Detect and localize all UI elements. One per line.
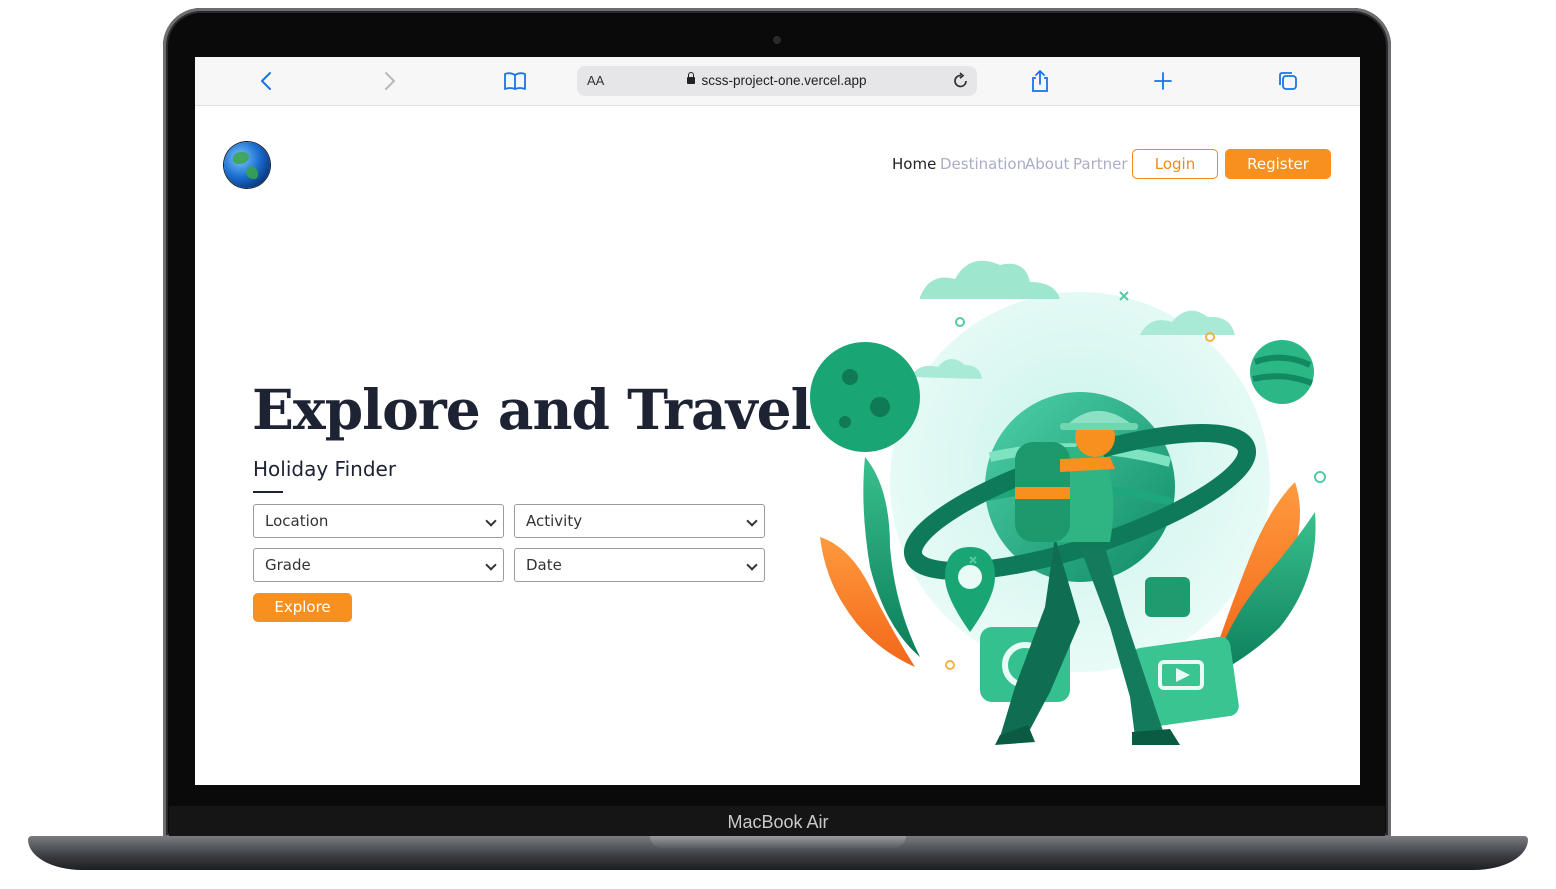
screen: AA scss-project-one.vercel.app Home Dest…	[195, 57, 1360, 785]
activity-select[interactable]: Activity	[514, 504, 765, 538]
laptop-notch	[650, 836, 906, 848]
tabs-icon[interactable]	[1273, 67, 1303, 95]
traveler-illustration	[810, 260, 1326, 745]
back-icon[interactable]	[251, 67, 281, 95]
chevron-down-icon	[746, 559, 758, 571]
nav-partner[interactable]: Partner	[1073, 155, 1128, 173]
chevron-down-icon	[485, 515, 497, 527]
device-label: MacBook Air	[727, 812, 829, 832]
chevron-down-icon	[746, 515, 758, 527]
forward-icon[interactable]	[375, 67, 405, 95]
url-text: scss-project-one.vercel.app	[577, 66, 977, 96]
browser-toolbar: AA scss-project-one.vercel.app	[195, 57, 1360, 106]
date-select-value: Date	[526, 556, 562, 574]
explore-button[interactable]: Explore	[253, 593, 352, 622]
hero-title: Explore and Travel	[252, 377, 811, 442]
grade-select-value: Grade	[265, 556, 311, 574]
location-select[interactable]: Location	[253, 504, 504, 538]
grade-select[interactable]: Grade	[253, 548, 504, 582]
date-select[interactable]: Date	[514, 548, 765, 582]
nav-destination[interactable]: Destination	[940, 155, 1026, 173]
new-tab-icon[interactable]	[1148, 67, 1178, 95]
subtitle-underline	[253, 491, 283, 493]
location-select-value: Location	[265, 512, 329, 530]
register-button[interactable]: Register	[1225, 149, 1331, 179]
share-icon[interactable]	[1025, 67, 1055, 95]
address-bar[interactable]: AA scss-project-one.vercel.app	[577, 66, 977, 96]
bookmarks-icon[interactable]	[500, 67, 530, 95]
hero-subtitle: Holiday Finder	[253, 457, 397, 481]
activity-select-value: Activity	[526, 512, 583, 530]
nav-about[interactable]: About	[1025, 155, 1069, 173]
globe-logo-icon[interactable]	[224, 142, 270, 188]
login-button[interactable]: Login	[1132, 149, 1218, 179]
reload-icon[interactable]	[953, 66, 969, 100]
camera-icon	[773, 36, 781, 44]
chevron-down-icon	[485, 559, 497, 571]
url-label: scss-project-one.vercel.app	[701, 73, 867, 88]
lock-icon	[687, 72, 696, 84]
nav-home[interactable]: Home	[892, 155, 936, 173]
